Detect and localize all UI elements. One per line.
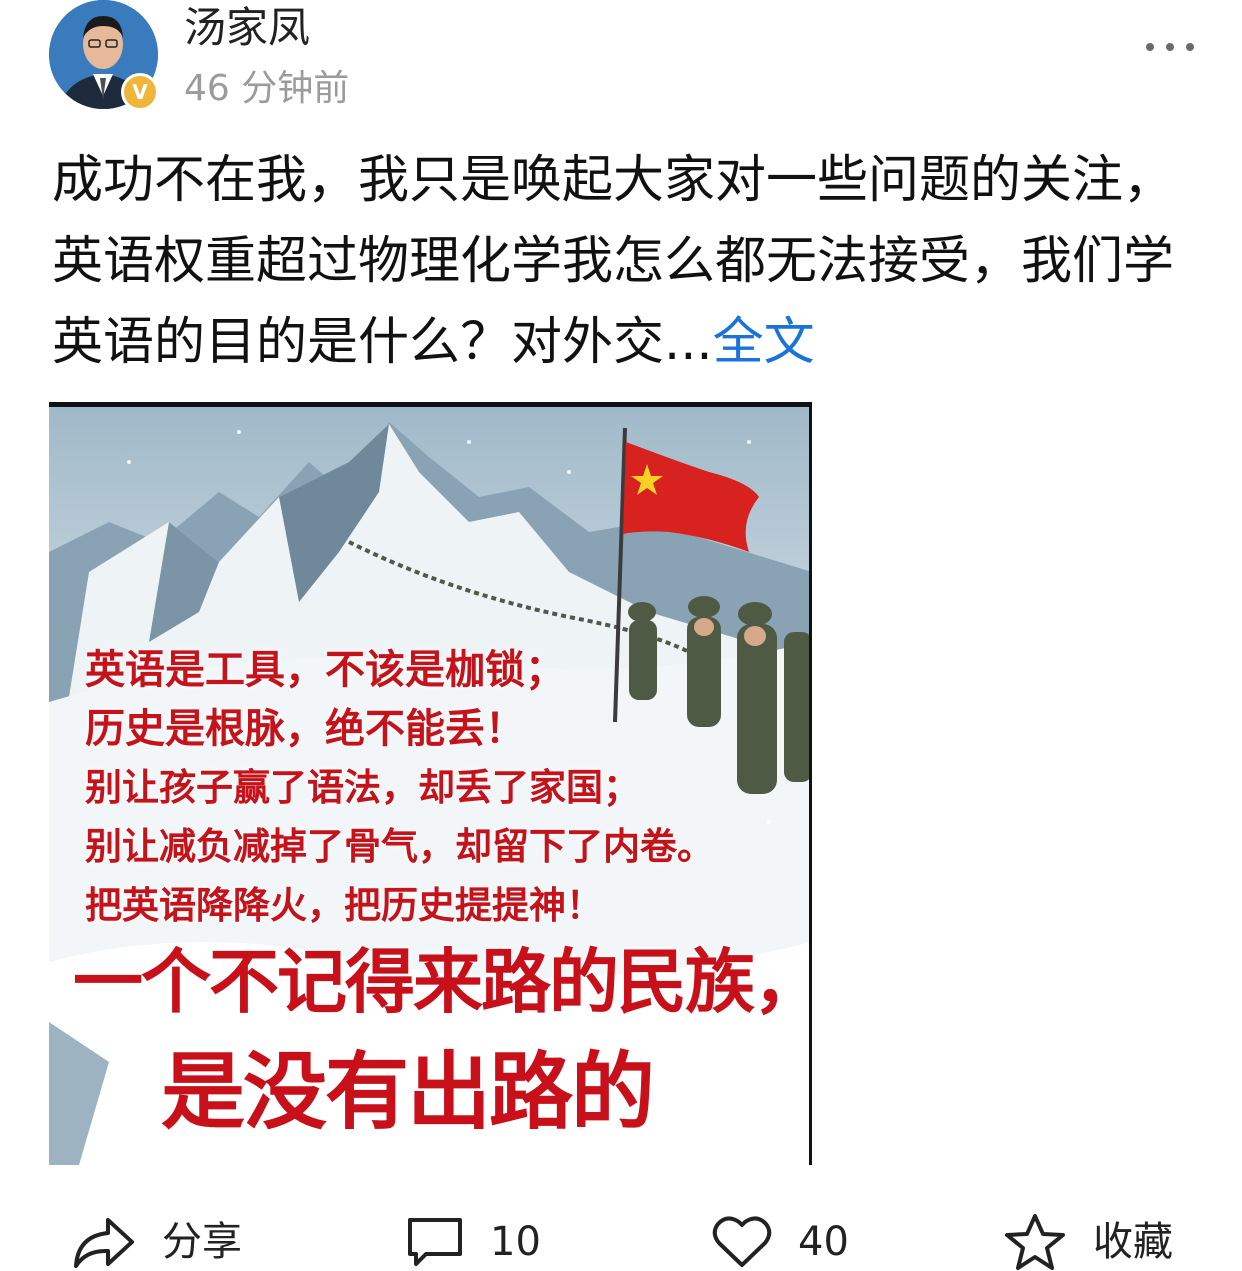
share-label: 分享 [162, 1219, 242, 1265]
heart-icon [712, 1216, 772, 1267]
poster-line-3: 别让孩子赢了语法，却丢了家国； [85, 765, 640, 809]
verified-badge-icon: V [121, 73, 159, 111]
poster-slogans: 英语是工具，不该是枷锁； 历史是根脉，绝不能丢！ 别让孩子赢了语法，却丢了家国；… [85, 640, 714, 935]
poster-line-1: 英语是工具，不该是枷锁； [85, 646, 565, 693]
like-button[interactable]: 40 [710, 1212, 849, 1271]
poster-headline-1: 一个不记得来路的民族， [73, 940, 812, 1023]
poster-line-4: 别让减负减掉了骨气，却留下了内卷。 [85, 824, 714, 868]
post-timestamp: 46 分钟前 [184, 68, 350, 109]
post-body: 成功不在我，我只是唤起大家对一些问题的关注，英语权重超过物理化学我怎么都无法接受… [52, 151, 1175, 372]
favorite-label: 收藏 [1093, 1219, 1173, 1265]
star-icon [1005, 1214, 1065, 1270]
poster-headline-2: 是没有出路的 [161, 1042, 655, 1141]
expand-full-text-link[interactable]: 全文 [713, 313, 815, 372]
comment-count: 10 [490, 1219, 541, 1265]
favorite-button[interactable]: 收藏 [1003, 1212, 1173, 1271]
share-icon [74, 1218, 134, 1268]
post-image[interactable]: 英语是工具，不该是枷锁； 历史是根脉，绝不能丢！ 别让孩子赢了语法，却丢了家国；… [49, 402, 812, 1165]
more-icon[interactable] [1146, 32, 1194, 62]
image-border-top [49, 402, 812, 407]
post-text: 成功不在我，我只是唤起大家对一些问题的关注，英语权重超过物理化学我怎么都无法接受… [52, 140, 1192, 383]
comment-icon [408, 1218, 462, 1266]
share-button[interactable]: 分享 [72, 1212, 242, 1271]
like-count: 40 [798, 1219, 849, 1265]
image-border-right [809, 402, 812, 1165]
author-name[interactable]: 汤家凤 [184, 2, 310, 54]
poster-line-2: 历史是根脉，绝不能丢！ [85, 705, 525, 752]
comment-button[interactable]: 10 [404, 1212, 541, 1271]
poster-line-5: 把英语降降火，把历史提提神！ [85, 883, 603, 927]
